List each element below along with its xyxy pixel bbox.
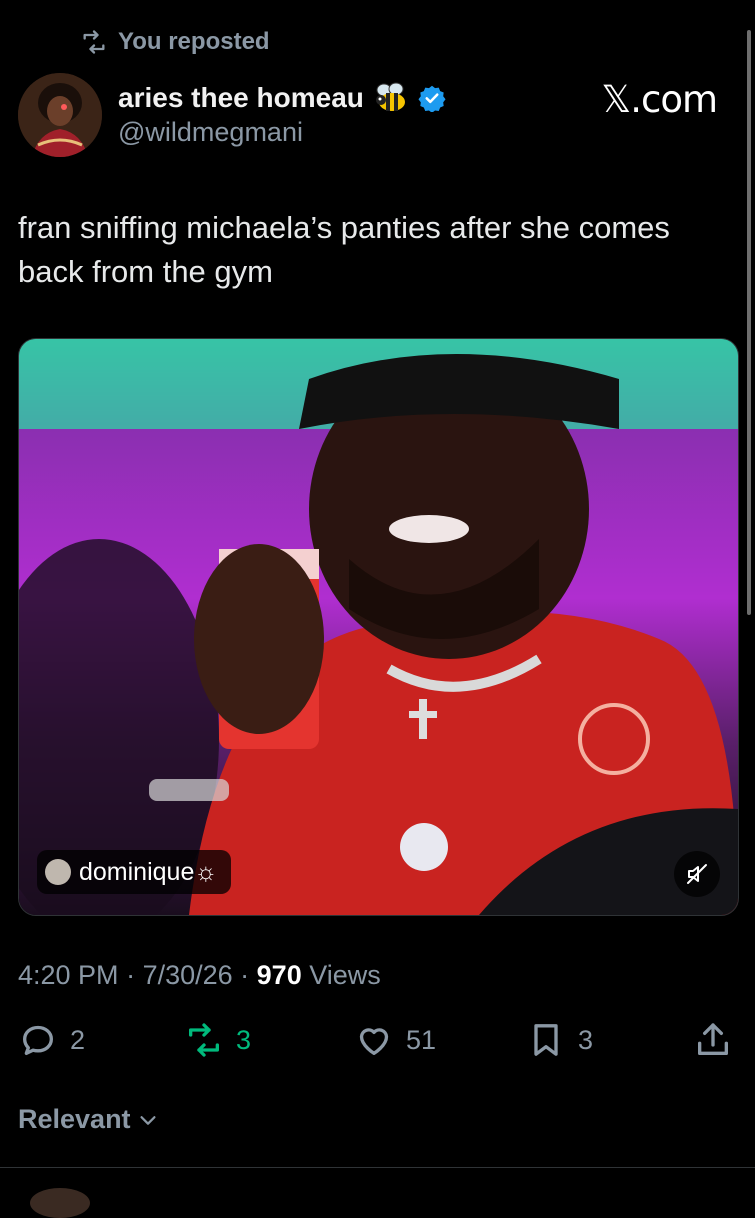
bookmark-count: 3	[578, 1024, 594, 1055]
author-avatar[interactable]	[18, 73, 102, 157]
tweet-time: 4:20 PM	[18, 960, 119, 990]
tagged-user-label: dominique☼	[79, 857, 218, 886]
tagged-user-avatar	[45, 859, 71, 885]
author-handle[interactable]: @wildmegmani	[118, 117, 446, 148]
meta-separator: ·	[118, 960, 143, 990]
author-info[interactable]: aries thee homeau @wildmegmani	[118, 82, 446, 148]
author-display-name[interactable]: aries thee homeau	[118, 82, 364, 114]
like-button[interactable]: 51	[354, 1020, 436, 1060]
section-divider	[0, 1167, 755, 1168]
mute-toggle-button[interactable]	[674, 851, 720, 897]
scrollbar[interactable]	[747, 30, 751, 615]
tweet-text: fran sniffing michaela’s panties after s…	[18, 210, 670, 289]
bee-emoji-icon	[372, 82, 410, 114]
tweet-date: 7/30/26	[142, 960, 233, 990]
repost-icon	[83, 30, 105, 54]
verified-badge-icon	[418, 84, 446, 113]
x-logo: 𝕏.com	[601, 78, 718, 121]
repost-label: You reposted	[118, 28, 270, 55]
share-button[interactable]	[693, 1020, 733, 1060]
tweet-video[interactable]: dominique☼	[18, 338, 739, 916]
views-label: Views	[301, 960, 381, 990]
reply-count: 2	[70, 1024, 86, 1055]
tweet-metadata: 4:20 PM · 7/30/26 · 970 Views	[18, 960, 381, 991]
meta-separator: ·	[232, 960, 257, 990]
video-frame	[19, 339, 738, 915]
share-icon	[698, 1023, 728, 1055]
repost-indicator: You reposted	[80, 28, 270, 56]
chevron-down-icon	[140, 1115, 156, 1125]
repost-icon	[189, 1023, 219, 1057]
reply-sort-selector[interactable]: Relevant	[18, 1104, 159, 1135]
like-count: 51	[406, 1024, 437, 1055]
tagged-user-chip[interactable]: dominique☼	[37, 850, 232, 894]
reply-icon	[23, 1025, 53, 1055]
sort-label: Relevant	[18, 1104, 131, 1134]
repost-count: 3	[236, 1024, 252, 1055]
reply-button[interactable]: 2	[18, 1020, 85, 1060]
heart-icon	[359, 1028, 389, 1055]
bookmark-icon	[534, 1024, 558, 1056]
tweet-action-bar: 2 3 51 3	[18, 1020, 733, 1070]
muted-speaker-icon	[687, 864, 707, 884]
repost-button[interactable]: 3	[184, 1020, 251, 1060]
views-count[interactable]: 970	[257, 960, 302, 990]
next-reply-avatar[interactable]	[30, 1188, 90, 1218]
bookmark-button[interactable]: 3	[526, 1020, 593, 1060]
